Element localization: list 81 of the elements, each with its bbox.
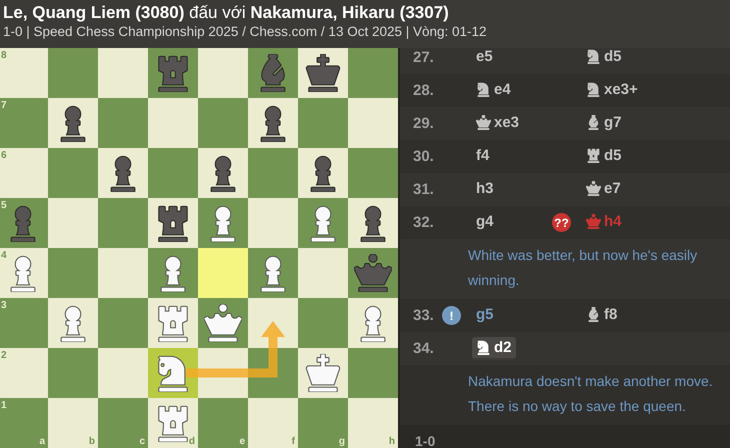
board-square[interactable] <box>198 298 248 348</box>
rank-label: 6 <box>1 150 7 161</box>
move-comment: White was better, but now he's easily <box>468 246 698 265</box>
file-label: b <box>88 436 95 447</box>
move[interactable]: d5 <box>582 145 626 168</box>
board-square[interactable] <box>298 348 348 398</box>
board-square[interactable] <box>98 148 148 198</box>
board-square[interactable]: 3 <box>0 298 48 348</box>
board-square[interactable]: c <box>98 398 148 448</box>
move[interactable]: f4 <box>472 145 494 168</box>
move-comment: Nakamura doesn't make another move. <box>468 372 714 391</box>
board-square[interactable]: 1 a <box>0 398 48 448</box>
board-square[interactable] <box>348 198 398 248</box>
board-square[interactable] <box>248 248 298 298</box>
move[interactable]: h4 <box>582 211 626 234</box>
board-square[interactable] <box>298 198 348 248</box>
file-label: h <box>388 436 395 447</box>
board-square[interactable]: 2 <box>0 348 48 398</box>
move[interactable]: e7 <box>582 178 625 201</box>
move[interactable]: g7 <box>582 112 626 135</box>
move-number: 31. <box>413 181 435 198</box>
board-square[interactable]: 6 <box>0 148 48 198</box>
move-comment: There is no way to save the queen. <box>468 397 687 416</box>
board-square[interactable] <box>198 148 248 198</box>
rank-label: 2 <box>1 350 7 361</box>
annotation-badge: ?? <box>552 213 571 232</box>
move[interactable]: xe3 <box>472 112 524 135</box>
game-result: 1-0 <box>414 432 436 448</box>
game-subtitle: 1-0 | Speed Chess Championship 2025 / Chess.com / 13 Oct 2025 | Vòng: 01-12 <box>3 24 488 39</box>
file-label: g <box>338 436 345 447</box>
board-square[interactable]: g <box>298 398 348 448</box>
board-square[interactable] <box>348 298 398 348</box>
board-square[interactable]: d <box>148 398 198 448</box>
rank-label: 4 <box>1 250 7 261</box>
board-square[interactable] <box>248 98 298 148</box>
move-number: 32. <box>413 214 435 231</box>
move-number: 29. <box>413 115 435 132</box>
move-number: 30. <box>413 148 435 165</box>
move[interactable]: xe3+ <box>582 79 642 102</box>
move[interactable]: d5 <box>582 48 626 69</box>
move-number: 28. <box>413 82 435 99</box>
move-number: 27. <box>413 49 435 66</box>
board-square[interactable]: 7 <box>0 98 48 148</box>
move-comment: winning. <box>468 271 520 290</box>
move[interactable]: g5 <box>472 304 498 327</box>
annotation-badge: ! <box>442 306 461 325</box>
file-label: f <box>292 436 295 447</box>
file-label: e <box>239 436 245 447</box>
move-number: 34. <box>413 340 435 357</box>
board-square[interactable] <box>148 248 198 298</box>
board-square[interactable] <box>48 298 98 348</box>
board-square[interactable]: f <box>248 398 298 448</box>
move[interactable]: d2 <box>472 337 516 360</box>
move-number: 33. <box>413 307 435 324</box>
board-square[interactable] <box>148 198 198 248</box>
move[interactable]: h3 <box>472 178 498 201</box>
file-label: d <box>188 436 195 447</box>
rank-label: 7 <box>1 100 7 111</box>
board-square[interactable] <box>298 148 348 198</box>
move[interactable]: f8 <box>582 304 622 327</box>
move[interactable]: e4 <box>472 79 515 102</box>
game-title: Le, Quang Liem (3080) đấu với Nakamura, Hikaru (3307) <box>3 3 450 23</box>
file-label: c <box>139 436 145 447</box>
rank-label: 5 <box>1 200 7 211</box>
rank-label: 3 <box>1 300 7 311</box>
file-label: a <box>39 436 45 447</box>
board-square[interactable]: e <box>198 398 248 448</box>
rank-label: 8 <box>1 50 7 61</box>
board-square[interactable] <box>148 348 198 398</box>
move[interactable]: g4 <box>472 211 498 234</box>
board-square[interactable] <box>48 98 98 148</box>
board-square[interactable] <box>198 198 248 248</box>
board-square[interactable]: 5 <box>0 198 48 248</box>
board-square[interactable]: 4 <box>0 248 48 298</box>
rank-label: 1 <box>1 400 7 411</box>
board-square[interactable] <box>298 48 348 98</box>
board-square[interactable]: h <box>348 398 398 448</box>
board-square[interactable]: 8 <box>0 48 48 98</box>
move[interactable]: e5 <box>472 48 497 69</box>
board-square[interactable]: b <box>48 398 98 448</box>
board-square[interactable] <box>148 298 198 348</box>
